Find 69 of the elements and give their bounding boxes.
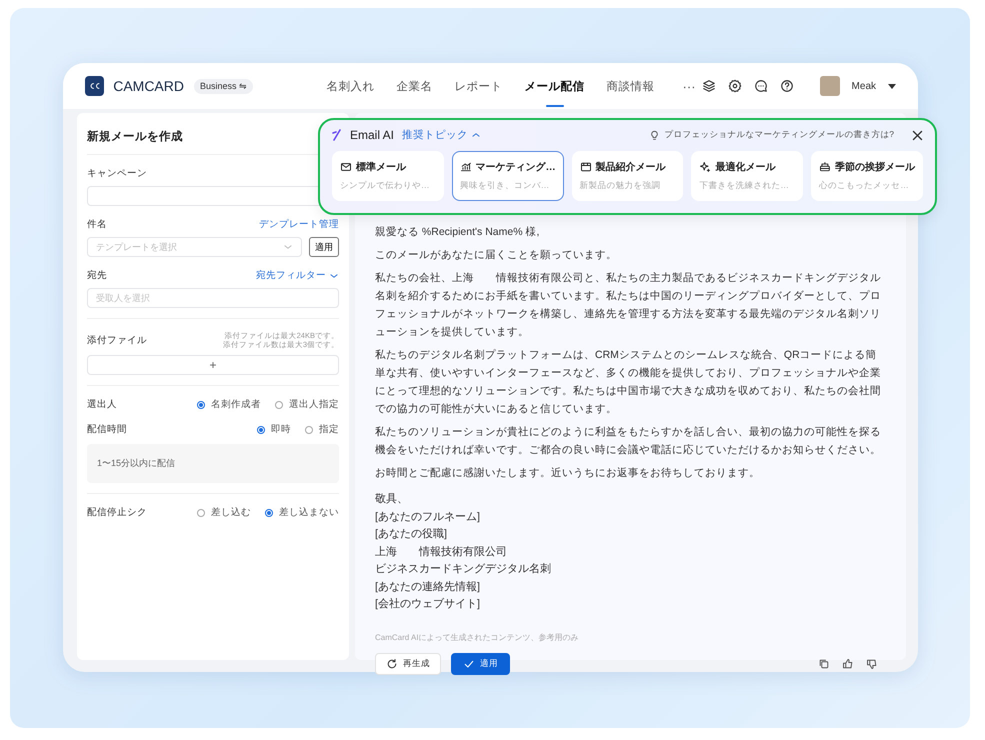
signature-line: 敬具、 [375,492,409,507]
nav-tab[interactable]: レポート [454,63,503,109]
topic-card[interactable]: 標準メール シンプルで伝わりや… [332,151,444,201]
radio-option[interactable]: 名刺作成者 [197,398,261,411]
radio-option[interactable]: 差し込む [197,506,251,519]
signature-line: [あなたの連絡先情報] [375,580,481,594]
magic-wand-icon [332,129,342,141]
user-name[interactable]: Meak [852,80,876,92]
field-label: キャンペーン [87,167,147,180]
email-paragraph: このメールがあなたに届くことを願っています。 [375,248,618,263]
signature-line: [あなたの役職] [375,527,448,542]
close-icon[interactable] [912,130,923,140]
caret-icon[interactable] [888,84,896,88]
chat-icon [754,79,768,93]
signature-line: [あなたのフルネーム] [375,510,481,524]
template-link[interactable]: デンプレート管理 [259,218,339,231]
signature-line: ビジネスカードキングデジタル名刺 [375,562,552,577]
recipient-field[interactable]: 受取人を選択 [87,288,339,308]
topic-card[interactable]: マーケティング… 興味を引き、コンバ… [452,151,564,201]
regenerate-button[interactable]: 再生成 [375,652,441,674]
signature-line: 上海 情報技術有限公司 [375,544,508,560]
apply-button[interactable]: 適用 [309,237,339,257]
add-attachment-button[interactable]: + [87,355,339,375]
nav-tab[interactable]: 企業名 [396,63,433,109]
sparkle-icon [699,161,712,173]
more-menu[interactable]: ··· [682,78,696,94]
field-label: 選出人 [87,398,117,411]
apply-button[interactable]: 適用 [451,652,510,674]
field-label: 宛先 [87,269,107,282]
thumbs-down-icon [866,658,878,670]
signature-line: [会社のウェブサイト] [375,596,481,612]
copy-icon [818,658,830,670]
email-paragraph: 私たちの会社、上海 情報技術有限公司と、私たちの主力製品であるビジネスカードキングデジタル名刺を紹介するためにお手紙を書いています。私たちは中国のリーディングプロバイダーとして、プロフェッショナルがネットワークを構築し、連絡先を管理する方法を変革する最先端のデジタル名刺ソリューションを提供しています。 [375,271,882,340]
plan-badge[interactable]: Business ⇋ [194,78,253,94]
lightbulb-icon [649,130,660,140]
delivery-info: 1〜15分以内に配信 [87,444,339,483]
topic-card[interactable]: 最適化メール 下書きを洗練された… [691,151,804,201]
settings-icon [728,79,742,93]
field-label: 件名 [87,218,107,231]
email-paragraph: お時間とご配慮に感謝いたします。近いうちにお返事をお待ちしております。 [375,466,761,481]
gift-icon [819,161,831,173]
topic-card[interactable]: 季節の挨拶メール 心のこもったメッセ… [811,151,923,201]
mail-icon [340,161,352,173]
panel-title: Email AI [350,128,394,142]
field-label: 配信停止シク [87,506,147,519]
email-paragraph: 私たちのデジタル名刺プラットフォームは、CRMシステムとのシームレスな統合、QRコードによる簡単な共有、使いやすいインターフェースなど、多くの機能を提供しており、プロフェッショナルや企業にとって理想的なソリューションです。私たちは中国市場で大きな成功を収めており、私たちの会社間での協力の可能性が大いにあると信じています。 [375,348,882,417]
radio-option[interactable]: 差し込まない [265,506,339,519]
filter-link[interactable]: 宛先フィルター [256,269,339,282]
window-icon [580,161,592,173]
field-label: 添付ファイル [87,334,147,346]
topic-card[interactable]: 製品紹介メール 新製品の魅力を強調 [572,151,684,201]
radio-option[interactable]: 選出人指定 [275,398,339,411]
help-icon [780,79,794,93]
hint-text[interactable]: プロフェッショナルなマーケティングメールの書き方は? [664,129,894,141]
disclaimer-text: CamCard AIによって生成されたコンテンツ、参考用のみ [375,632,580,642]
chart-icon [460,161,472,173]
nav-tab[interactable]: 商談情報 [606,63,655,109]
brand-name: CAMCARD [113,78,184,94]
thumbs-up-icon [842,658,854,670]
email-paragraph: 私たちのソリューションが貴社にどのように利益をもたらすかを話し合い、最初の協力の可能性を探る機会をいただければ幸いです。ご都合の良い時に会議や電話に応じていただけるかお知らせください。 [375,425,882,458]
email-paragraph: 親愛なる %Recipient's Name% 様, [375,225,540,240]
topics-link[interactable]: 推奨トピック [402,128,482,142]
nav-tab[interactable]: メール配信 [524,63,585,109]
radio-option[interactable]: 即時 [257,423,291,436]
field-label: 配信時間 [87,423,127,436]
refresh-icon [386,658,398,670]
nav-tab[interactable]: 名刺入れ [326,63,375,109]
layers-icon [702,79,716,93]
radio-option[interactable]: 指定 [305,423,339,436]
